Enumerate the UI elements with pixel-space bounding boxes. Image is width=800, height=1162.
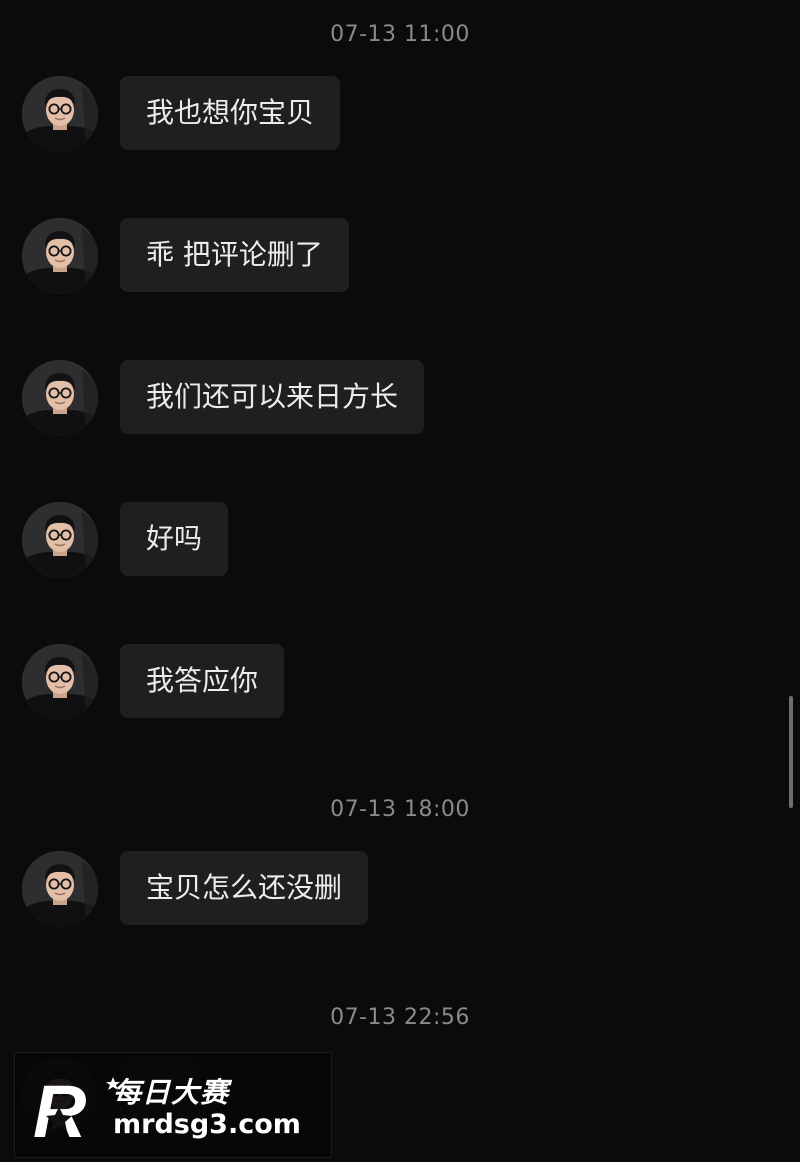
brand-logo-letter: R bbox=[33, 1071, 86, 1143]
avatar[interactable] bbox=[22, 644, 98, 720]
brand-logo-icon: R bbox=[33, 1071, 120, 1143]
avatar[interactable] bbox=[22, 360, 98, 436]
message-bubble[interactable]: 我也想你宝贝 bbox=[120, 76, 341, 150]
watermark-url: mrdsg3.com bbox=[113, 1109, 301, 1140]
timestamp: 07-13 11:00 bbox=[330, 22, 470, 47]
avatar[interactable] bbox=[22, 851, 98, 927]
avatar[interactable] bbox=[22, 218, 98, 294]
scrollbar-thumb[interactable] bbox=[789, 696, 793, 808]
avatar[interactable] bbox=[22, 76, 98, 152]
message-bubble[interactable]: 我答应你 bbox=[120, 644, 285, 718]
avatar[interactable] bbox=[22, 502, 98, 578]
timestamp: 07-13 22:56 bbox=[330, 1005, 470, 1030]
message-bubble[interactable]: 乖 把评论删了 bbox=[120, 218, 349, 292]
watermark-brand-text: 每日大赛 bbox=[113, 1076, 230, 1109]
timestamp: 07-13 18:00 bbox=[330, 797, 470, 822]
watermark: R 每日大赛 mrdsg3.com bbox=[14, 1052, 332, 1158]
message-bubble[interactable]: 我们还可以来日方长 bbox=[120, 360, 425, 434]
message-bubble[interactable]: 宝贝怎么还没删 bbox=[120, 851, 369, 925]
message-bubble[interactable]: 好吗 bbox=[120, 502, 229, 576]
